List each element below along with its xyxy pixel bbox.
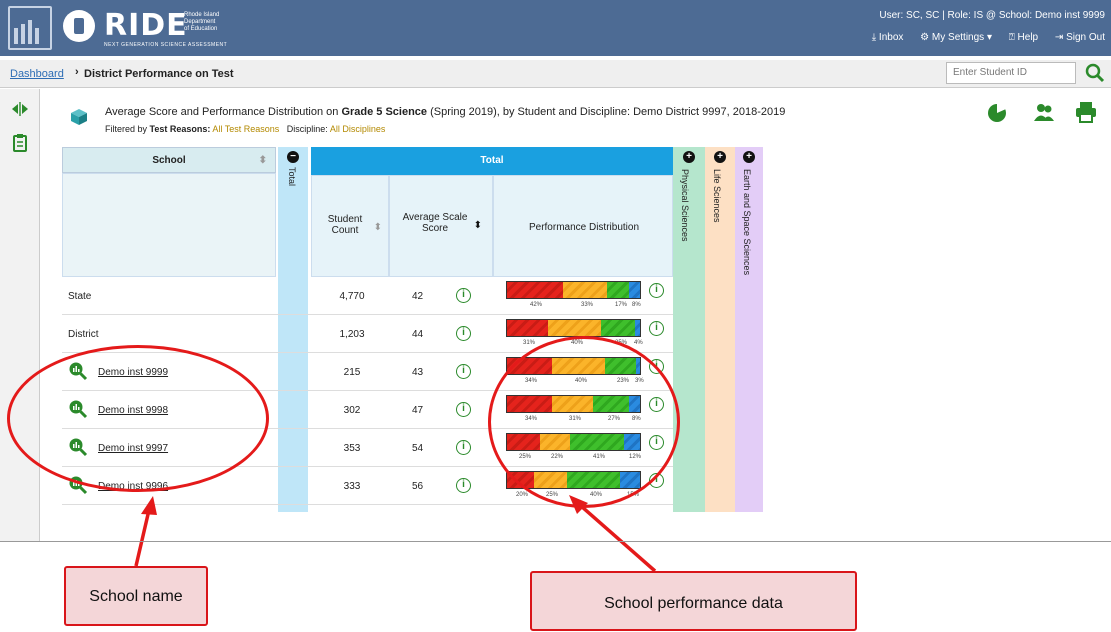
callout-school-performance: School performance data (530, 571, 857, 631)
callout-school-name: School name (64, 566, 208, 626)
annotation-arrows (134, 495, 657, 573)
screenshot-root: RIDE Rhode Island Department of Education … (0, 0, 1111, 632)
screenshot-bottom-border (0, 541, 1111, 542)
